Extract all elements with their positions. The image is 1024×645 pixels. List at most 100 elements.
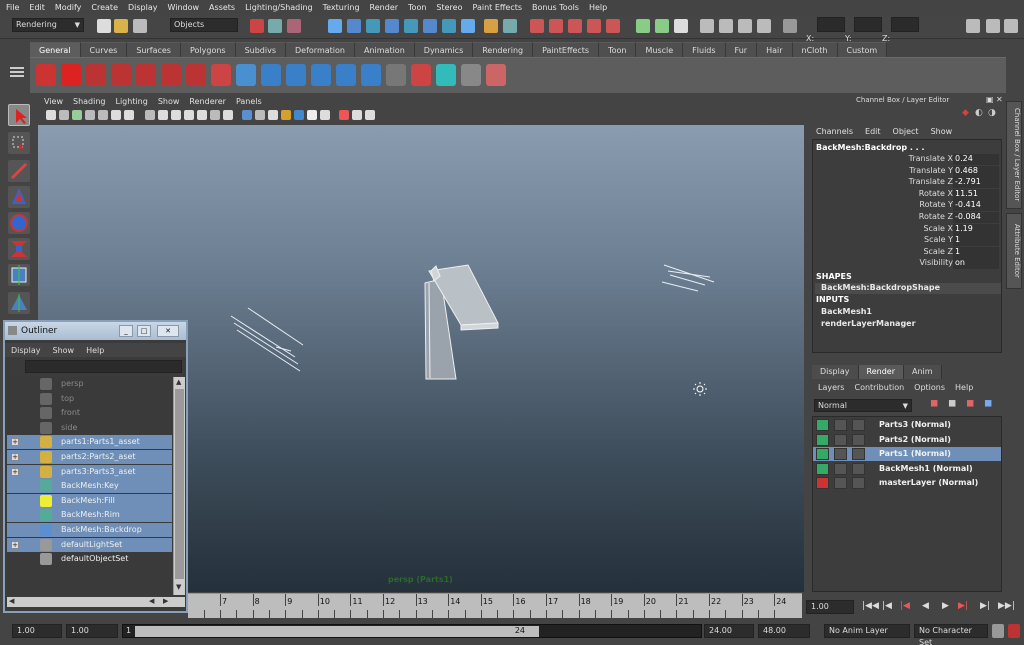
channel-row[interactable]: Rotate Y -0.414 bbox=[813, 200, 1001, 212]
shelf-tool-icon[interactable] bbox=[111, 64, 131, 86]
mask-curves-icon[interactable] bbox=[366, 19, 380, 33]
menu-item[interactable]: File bbox=[6, 3, 19, 12]
shelf-tab[interactable]: nCloth bbox=[792, 42, 838, 57]
channel-value[interactable]: 0.24 bbox=[953, 154, 999, 165]
menuset-dropdown[interactable]: Rendering ▼ bbox=[12, 18, 84, 32]
shape-row[interactable]: BackMesh:BackdropShape bbox=[815, 283, 1001, 294]
viewport-tool-icon[interactable] bbox=[255, 110, 265, 120]
outliner-item[interactable]: side bbox=[7, 421, 172, 435]
renderable-toggle-icon[interactable] bbox=[816, 419, 829, 431]
viewport-menu-item[interactable]: View bbox=[44, 97, 63, 106]
channel-value[interactable]: on bbox=[953, 258, 999, 270]
mask-rendering-icon[interactable] bbox=[442, 19, 456, 33]
anim-prefs-icon[interactable] bbox=[992, 624, 1004, 638]
viewport-tool-icon[interactable] bbox=[294, 110, 304, 120]
viewport-tool-icon[interactable] bbox=[171, 110, 181, 120]
scroll-thumb[interactable] bbox=[175, 389, 184, 579]
snap-point-icon[interactable] bbox=[568, 19, 582, 33]
panel-float-icon[interactable]: ▣ bbox=[986, 95, 994, 104]
layer-menu-item[interactable]: Layers bbox=[818, 383, 844, 392]
shelf-tab[interactable]: Custom bbox=[837, 42, 888, 57]
rotate-tool-icon[interactable] bbox=[8, 212, 30, 234]
viewport-tool-icon[interactable] bbox=[210, 110, 220, 120]
range-slider[interactable]: 1 24 bbox=[122, 624, 702, 638]
renderable-toggle-icon[interactable] bbox=[816, 433, 829, 446]
shelf-tool-icon[interactable] bbox=[361, 64, 381, 86]
scroll-left-icon[interactable]: ◀ bbox=[9, 597, 14, 605]
channel-value[interactable]: -0.084 bbox=[953, 212, 999, 223]
shelf-tab[interactable]: PaintEffects bbox=[533, 42, 600, 57]
shelf-tab[interactable]: Hair bbox=[757, 42, 793, 57]
layer-menu-item[interactable]: Contribution bbox=[854, 383, 904, 392]
menu-item[interactable]: Texturing bbox=[323, 3, 360, 12]
menu-item[interactable]: Create bbox=[91, 3, 118, 12]
viewport-menu-item[interactable]: Renderer bbox=[189, 97, 226, 106]
tab-channel-box[interactable]: Channel Box / Layer Editor bbox=[1006, 101, 1022, 209]
output-ops-icon[interactable] bbox=[655, 19, 669, 33]
maximize-icon[interactable]: □ bbox=[137, 325, 151, 337]
scale-tool-icon[interactable] bbox=[8, 238, 30, 260]
layer-blend-mode-dropdown[interactable]: Normal ▼ bbox=[814, 399, 912, 412]
time-slider[interactable]: 7 8 9 10 11 12 13 14 15 16 17 18 19 20 21 22 23 24 bbox=[188, 593, 802, 618]
shelf-tool-icon[interactable] bbox=[261, 64, 281, 86]
shelf-tab[interactable]: Surfaces bbox=[127, 42, 181, 57]
render-view-layer-icon[interactable]: ◼ bbox=[984, 398, 992, 409]
highlight-selection-icon[interactable] bbox=[503, 19, 517, 33]
layer-menu-item[interactable]: Help bbox=[955, 383, 973, 392]
viewport-tool-icon[interactable] bbox=[281, 110, 291, 120]
viewport-tool-icon[interactable] bbox=[46, 110, 56, 120]
ipr-render-icon[interactable] bbox=[738, 19, 752, 33]
render-layer-row[interactable]: masterLayer (Normal) bbox=[813, 476, 1001, 490]
shelf-tool-icon[interactable] bbox=[436, 64, 456, 86]
shelf-tab[interactable]: Muscle bbox=[636, 42, 684, 57]
renderable-toggle-icon[interactable] bbox=[816, 448, 829, 460]
viewport-tool-icon[interactable] bbox=[320, 110, 330, 120]
snap-grid-icon[interactable] bbox=[530, 19, 544, 33]
outliner-menu-item[interactable]: Display bbox=[11, 346, 41, 355]
channel-value[interactable]: -2.791 bbox=[953, 177, 999, 189]
menu-item[interactable]: Edit bbox=[29, 3, 45, 12]
snap-plane-icon[interactable] bbox=[587, 19, 601, 33]
viewport-tool-icon[interactable] bbox=[111, 110, 121, 120]
open-scene-icon[interactable] bbox=[114, 19, 128, 33]
outliner-item[interactable]: BackMesh:Fill bbox=[7, 493, 172, 508]
outliner-item[interactable]: BackMesh:Backdrop bbox=[7, 523, 172, 537]
channel-box-menu-item[interactable]: Channels bbox=[816, 127, 853, 136]
channel-row[interactable]: Rotate X 11.51 bbox=[813, 188, 1001, 200]
channel-box-menu-item[interactable]: Show bbox=[931, 127, 953, 136]
viewport-tool-icon[interactable] bbox=[59, 110, 69, 120]
outliner-item[interactable]: defaultObjectSet bbox=[7, 552, 172, 566]
shelf-tool-icon[interactable] bbox=[286, 64, 306, 86]
render-layer-row[interactable]: Parts2 (Normal) bbox=[813, 433, 1001, 447]
layer-tab[interactable]: Anim bbox=[903, 365, 942, 379]
channel-value[interactable]: 1.19 bbox=[953, 223, 999, 235]
select-component-icon[interactable] bbox=[287, 19, 301, 33]
render-settings-icon[interactable] bbox=[757, 19, 771, 33]
viewport-tool-icon[interactable] bbox=[98, 110, 108, 120]
shelf-tab[interactable]: General bbox=[30, 42, 81, 57]
animation-start-field[interactable]: 1.00 bbox=[12, 624, 62, 638]
scroll-up-icon[interactable]: ▲ bbox=[176, 378, 181, 386]
key-light-icon[interactable] bbox=[230, 307, 304, 372]
input-item[interactable]: renderLayerManager bbox=[821, 319, 916, 328]
select-hierarchy-icon[interactable] bbox=[250, 19, 264, 33]
channel-box-menu-item[interactable]: Edit bbox=[865, 127, 881, 136]
soft-mod-tool-icon[interactable] bbox=[8, 292, 30, 314]
menu-item[interactable]: Toon bbox=[408, 3, 426, 12]
expand-icon[interactable]: + bbox=[11, 453, 19, 461]
menu-item[interactable]: Lighting/Shading bbox=[245, 3, 313, 12]
layer-attributes-icon[interactable] bbox=[852, 462, 865, 475]
play-forwards-icon[interactable]: ▶ bbox=[942, 601, 949, 611]
render-layer-row[interactable]: Parts3 (Normal) bbox=[813, 418, 1001, 432]
channel-value[interactable]: 0.468 bbox=[953, 165, 999, 177]
outliner-menu-item[interactable]: Help bbox=[86, 346, 104, 355]
layer-attributes-icon[interactable] bbox=[852, 477, 865, 489]
recycle-toggle-icon[interactable] bbox=[834, 433, 847, 446]
mask-dynamics-icon[interactable] bbox=[423, 19, 437, 33]
parts-geometry[interactable] bbox=[424, 264, 499, 380]
renderable-toggle-icon[interactable] bbox=[816, 462, 829, 475]
outliner-filter-input[interactable] bbox=[25, 360, 182, 373]
shelf-tool-icon[interactable] bbox=[36, 64, 56, 86]
outliner-item[interactable]: top bbox=[7, 392, 172, 406]
save-scene-icon[interactable] bbox=[133, 19, 147, 33]
